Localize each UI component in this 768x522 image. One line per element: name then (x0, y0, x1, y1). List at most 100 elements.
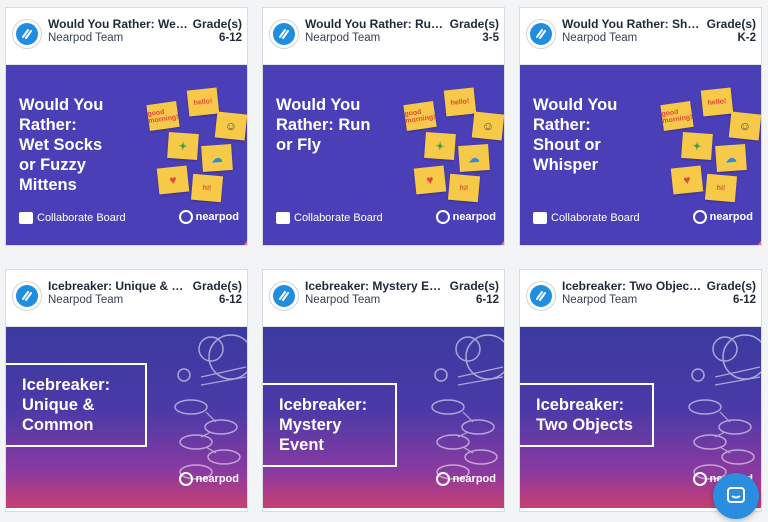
card-header: Icebreaker: Unique & Co... Nearpod Team … (6, 270, 247, 327)
card-title[interactable]: Would You Rather: Run o... (305, 17, 445, 31)
card-author: Nearpod Team (48, 32, 124, 44)
card-author: Nearpod Team (305, 32, 381, 44)
grade-value: 6-12 (218, 294, 242, 306)
grade-label: Grade(s) (449, 279, 499, 293)
card-title[interactable]: Icebreaker: Mystery Even... (305, 279, 445, 293)
nearpod-logo-icon (536, 291, 546, 301)
nearpod-logo-icon (536, 29, 546, 39)
card-thumbnail[interactable]: Would You Rather: Shout or Whisper good … (520, 65, 761, 245)
card-author: Nearpod Team (48, 294, 124, 306)
nearpod-brand: nearpod (435, 210, 496, 224)
collaborate-board-label: Collaborate Board (533, 212, 640, 224)
card-thumbnail[interactable]: Would You Rather: Wet Socks or Fuzzy Mit… (6, 65, 247, 245)
nearpod-logo-icon (22, 291, 32, 301)
sticky-note: good morning! (403, 101, 437, 131)
sticky-note: ♥ (156, 165, 190, 195)
sticky-note: ☁ (201, 143, 233, 173)
grade-label: Grade(s) (706, 17, 756, 31)
sticky-note: ✦ (167, 131, 199, 161)
nearpod-brand: nearpod (435, 472, 496, 486)
card-header: Icebreaker: Two Objects: ... Nearpod Tea… (520, 270, 761, 327)
avatar (12, 19, 42, 49)
nearpod-logo-icon (178, 472, 193, 486)
sticky-note: hi! (190, 173, 224, 203)
collaborate-board-text: Collaborate Board (37, 212, 126, 224)
grade-label: Grade(s) (449, 17, 499, 31)
nearpod-logo-icon (279, 29, 289, 39)
card-header: Would You Rather: Shout... Nearpod Team … (520, 8, 761, 65)
sticky-note: ☺ (471, 111, 504, 141)
nearpod-logo-icon (22, 29, 32, 39)
avatar (269, 281, 299, 311)
card-header: Icebreaker: Mystery Even... Nearpod Team… (263, 270, 504, 327)
nearpod-logo-icon (178, 210, 193, 224)
sticky-note: ♥ (413, 165, 447, 195)
card-thumbnail[interactable]: Would You Rather: Run or Fly good mornin… (263, 65, 504, 245)
card-title[interactable]: Would You Rather: Wet S... (48, 17, 188, 31)
card-author: Nearpod Team (562, 294, 638, 306)
grade-value: 6-12 (732, 294, 756, 306)
card-thumbnail[interactable]: Icebreaker: Mystery Event nearpod (263, 327, 504, 508)
collaborate-board-text: Collaborate Board (551, 212, 640, 224)
nearpod-brand-text: nearpod (452, 473, 496, 485)
sticky-note: ✦ (424, 131, 456, 161)
grade-value: 3-5 (482, 32, 499, 44)
collaborate-board-label: Collaborate Board (276, 212, 383, 224)
avatar (269, 19, 299, 49)
nearpod-brand-text: nearpod (195, 473, 239, 485)
card-thumbnail[interactable]: Icebreaker: Unique & Common nearpod (6, 327, 247, 508)
lesson-card[interactable]: Icebreaker: Mystery Even... Nearpod Team… (262, 269, 505, 512)
avatar (526, 19, 556, 49)
nearpod-brand: nearpod (178, 210, 239, 224)
sticky-note: ☁ (458, 143, 490, 173)
nearpod-brand: nearpod (178, 472, 239, 486)
collaborate-board-text: Collaborate Board (294, 212, 383, 224)
grade-label: Grade(s) (192, 17, 242, 31)
nearpod-brand-text: nearpod (709, 211, 753, 223)
card-author: Nearpod Team (305, 294, 381, 306)
sticky-note: hello! (186, 87, 220, 117)
card-title[interactable]: Icebreaker: Two Objects: ... (562, 279, 702, 293)
grade-label: Grade(s) (192, 279, 242, 293)
thumbnail-title-box: Icebreaker: Unique & Common (6, 363, 147, 447)
chat-button[interactable] (713, 473, 759, 519)
sticky-note: hi! (447, 173, 481, 203)
sticky-note: ☁ (715, 143, 747, 173)
nearpod-brand: nearpod (692, 210, 753, 224)
sticky-note: hello! (443, 87, 477, 117)
sticky-note: ☺ (728, 111, 761, 141)
lesson-card[interactable]: Icebreaker: Unique & Co... Nearpod Team … (5, 269, 248, 512)
collaborate-board-icon (276, 212, 290, 224)
collaborate-board-icon (533, 212, 547, 224)
card-author: Nearpod Team (562, 32, 638, 44)
card-header: Would You Rather: Wet S... Nearpod Team … (6, 8, 247, 65)
sticky-note: good morning! (146, 101, 180, 131)
chat-bubble-icon (727, 487, 745, 503)
nearpod-logo-icon (435, 472, 450, 486)
sticky-note: ✦ (681, 131, 713, 161)
card-title[interactable]: Would You Rather: Shout... (562, 17, 702, 31)
nearpod-logo-icon (435, 210, 450, 224)
sticky-note: hello! (700, 87, 734, 117)
sticky-note: ☺ (214, 111, 247, 141)
avatar (12, 281, 42, 311)
lesson-card[interactable]: Would You Rather: Shout... Nearpod Team … (519, 7, 762, 246)
thumbnail-title-box: Icebreaker: Two Objects (520, 383, 654, 447)
nearpod-brand-text: nearpod (452, 211, 496, 223)
nearpod-logo-icon (692, 472, 707, 486)
nearpod-brand-text: nearpod (195, 211, 239, 223)
lesson-card[interactable]: Would You Rather: Run o... Nearpod Team … (262, 7, 505, 246)
thumbnail-title: Would You Rather: Run or Fly (276, 96, 371, 154)
thumbnail-title-box: Icebreaker: Mystery Event (263, 383, 397, 467)
sticky-note: good morning! (660, 101, 694, 131)
card-title[interactable]: Icebreaker: Unique & Co... (48, 279, 188, 293)
nearpod-logo-icon (279, 291, 289, 301)
grade-label: Grade(s) (706, 279, 756, 293)
grade-value: 6-12 (218, 32, 242, 44)
nearpod-logo-icon (692, 210, 707, 224)
sticky-note: hi! (704, 173, 738, 203)
card-header: Would You Rather: Run o... Nearpod Team … (263, 8, 504, 65)
grade-value: K-2 (737, 32, 756, 44)
lesson-card[interactable]: Would You Rather: Wet S... Nearpod Team … (5, 7, 248, 246)
grade-value: 6-12 (475, 294, 499, 306)
